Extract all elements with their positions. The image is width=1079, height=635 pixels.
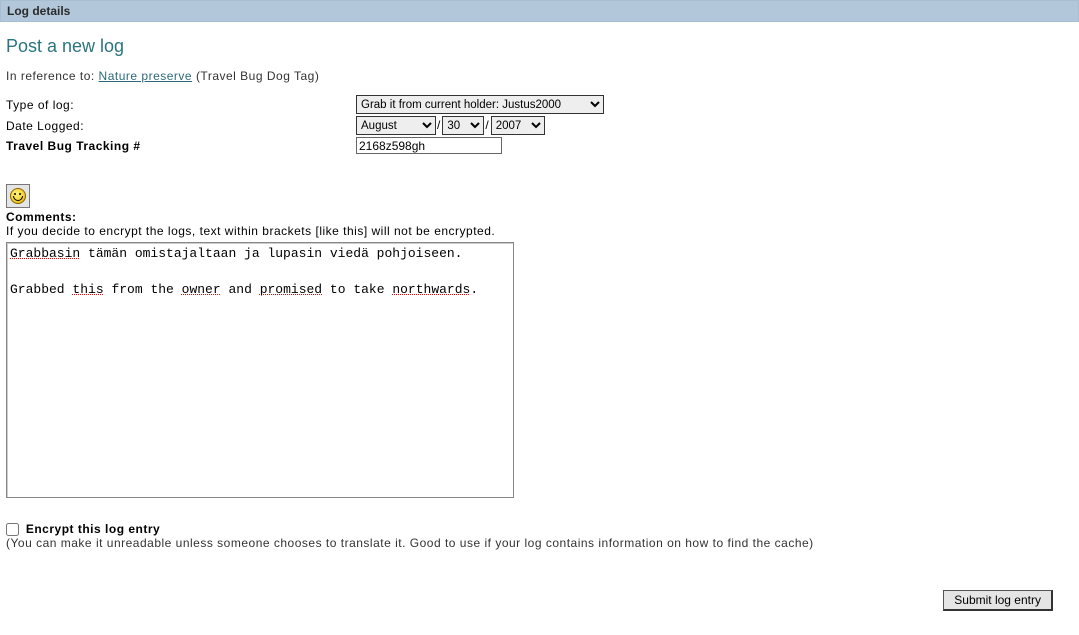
log-type-select[interactable]: Grab it from current holder: Justus2000	[356, 95, 604, 114]
reference-prefix: In reference to:	[6, 69, 99, 83]
encrypt-description: (You can make it unreadable unless someo…	[6, 536, 1073, 550]
comments-label: Comments:	[6, 210, 1073, 224]
encrypt-hint: If you decide to encrypt the logs, text …	[6, 224, 1073, 238]
reference-suffix: (Travel Bug Dog Tag)	[196, 69, 319, 83]
smiley-icon	[10, 188, 26, 204]
tracking-input[interactable]	[356, 137, 502, 154]
header-title: Log details	[7, 4, 70, 18]
header-bar: Log details	[0, 0, 1079, 22]
misspell-word: Grabbasin	[10, 246, 80, 261]
slash-2: /	[485, 118, 488, 132]
slash-1: /	[437, 118, 440, 132]
page-title: Post a new log	[6, 36, 1073, 57]
row-tracking: Travel Bug Tracking #	[6, 137, 1073, 154]
reference-link[interactable]: Nature preserve	[99, 69, 193, 83]
year-select[interactable]: 2007	[491, 116, 545, 135]
misspell-word: this	[72, 282, 103, 297]
misspell-word: promised	[260, 282, 322, 297]
day-select[interactable]: 30	[442, 116, 484, 135]
type-label: Type of log:	[6, 98, 356, 112]
comments-textarea[interactable]: Grabbasin tämän omistajaltaan ja lupasin…	[6, 242, 514, 498]
date-label: Date Logged:	[6, 119, 356, 133]
submit-row: Submit log entry	[6, 590, 1073, 611]
encrypt-row: Encrypt this log entry	[6, 522, 1073, 536]
tracking-label: Travel Bug Tracking #	[6, 139, 356, 153]
encrypt-checkbox[interactable]	[6, 523, 19, 536]
row-type: Type of log: Grab it from current holder…	[6, 95, 1073, 114]
row-date: Date Logged: August / 30 / 2007	[6, 116, 1073, 135]
date-controls: August / 30 / 2007	[356, 116, 545, 135]
misspell-word: northwards	[392, 282, 470, 297]
reference-line: In reference to: Nature preserve (Travel…	[6, 69, 1073, 83]
misspell-word: owner	[182, 282, 221, 297]
emoticon-button[interactable]	[6, 184, 30, 208]
month-select[interactable]: August	[356, 116, 436, 135]
encrypt-checkbox-label[interactable]: Encrypt this log entry	[26, 522, 160, 536]
submit-button[interactable]: Submit log entry	[943, 590, 1053, 611]
content: Post a new log In reference to: Nature p…	[0, 22, 1079, 615]
